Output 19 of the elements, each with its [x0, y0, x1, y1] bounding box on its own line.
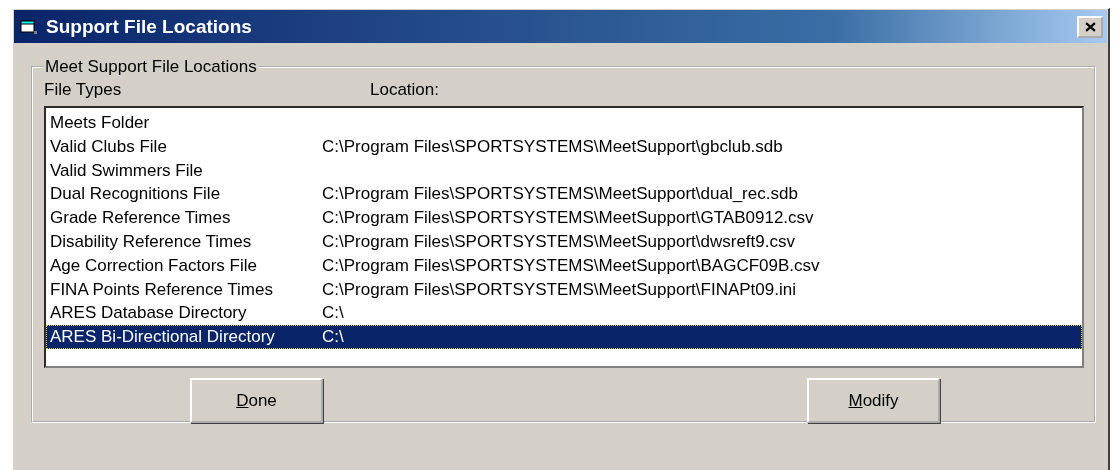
list-row[interactable]: Age Correction Factors File C:\Program Files\SPORTSYSTEMS\MeetSupport\BAGCF09B.csv	[46, 253, 1082, 278]
list-row[interactable]: Valid Swimmers File	[46, 158, 1082, 183]
list-row[interactable]: Grade Reference Times C:\Program Files\SPORTSYSTEMS\MeetSupport\GTAB0912.csv	[46, 206, 1082, 230]
list-row[interactable]: Valid Clubs File C:\Program Files\SPORTSYSTEMS\MeetSupport\gbclub.sdb	[46, 134, 1082, 159]
list-row[interactable]: ARES Bi-Directional Directory C:\	[46, 325, 1082, 349]
window-title: Support File Locations	[46, 15, 253, 38]
close-button[interactable]	[1077, 15, 1103, 38]
list-row[interactable]: Disability Reference Times C:\Program Files\SPORTSYSTEMS\MeetSupport\dwsreft9.csv	[46, 230, 1082, 254]
group-label: Meet Support File Locations	[44, 57, 258, 77]
list-row[interactable]: Dual Recognitions File C:\Program Files\SPORTSYSTEMS\MeetSupport\dual_rec.sdb	[46, 182, 1082, 207]
list-row[interactable]: FINA Points Reference Times C:\Program Files\SPORTSYSTEMS\MeetSupport\FINAPt09.ini	[46, 277, 1082, 302]
column-header: File Types	[44, 80, 123, 100]
window-icon	[20, 18, 38, 35]
list-row[interactable]: Meets Folder	[46, 111, 1082, 135]
dialog-button[interactable]: Modify	[807, 378, 940, 423]
close-icon	[1084, 21, 1096, 32]
dialog-button[interactable]: Done	[190, 378, 323, 423]
list-row[interactable]: ARES Database Directory C:\	[46, 301, 1082, 326]
column-header: Location:	[370, 80, 439, 100]
